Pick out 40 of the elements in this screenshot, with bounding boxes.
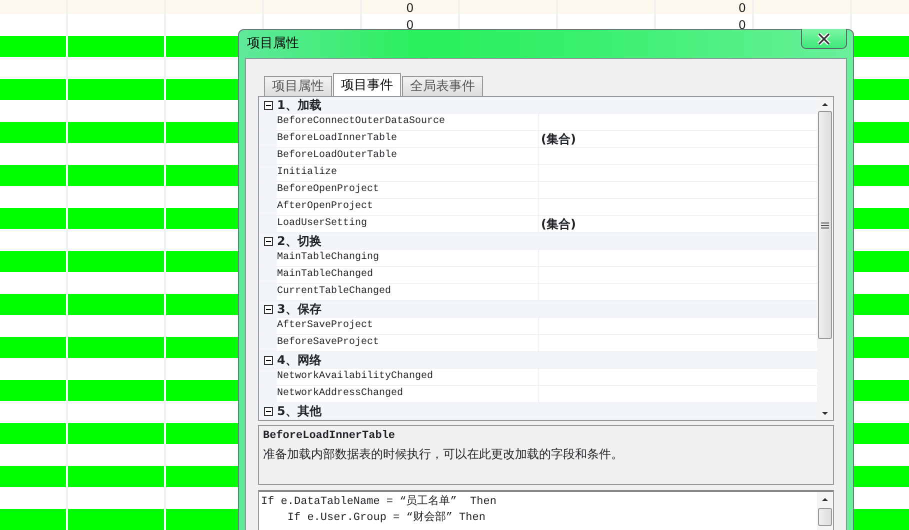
property-value[interactable]: (集合) <box>539 131 817 147</box>
grid-cell: 0 <box>656 0 754 14</box>
property-name[interactable]: BeforeOpenProject <box>277 182 539 198</box>
collapse-icon[interactable] <box>264 236 272 246</box>
category-title: 4、网络 <box>277 352 322 368</box>
tab[interactable]: 项目属性 <box>264 76 332 96</box>
property-name[interactable]: BeforeConnectOuterDataSource <box>277 114 539 130</box>
category-title: 2、切换 <box>277 233 322 249</box>
grip-icon <box>821 222 829 228</box>
property-name[interactable]: BeforeLoadOuterTable <box>277 148 539 164</box>
scrollbar-thumb[interactable] <box>818 111 832 339</box>
property-name[interactable]: LoadUserSetting <box>277 216 539 232</box>
vertical-scrollbar[interactable] <box>817 97 833 420</box>
description-title: BeforeLoadInnerTable <box>263 428 396 444</box>
collapse-icon[interactable] <box>264 304 272 314</box>
property-name[interactable]: NetworkAvailabilityChanged <box>277 369 539 385</box>
property-name[interactable]: MainTableChanged <box>277 267 539 283</box>
property-name[interactable]: AfterOpenProject <box>277 199 539 215</box>
property-name[interactable]: BeforeLoadInnerTable <box>277 131 539 147</box>
tab[interactable]: 全局表事件 <box>402 76 483 96</box>
property-name[interactable]: AfterSaveProject <box>277 318 539 334</box>
vertical-scrollbar[interactable] <box>817 492 833 530</box>
code-editor[interactable]: If e.DataTableName = “员工名单” Then If e.User.Group = “财会部” Then <box>258 490 834 530</box>
window-title: 项目属性 <box>246 35 299 54</box>
category-title: 1、加载 <box>277 97 322 113</box>
property-value[interactable]: (集合) <box>539 216 817 232</box>
tab[interactable]: 项目事件 <box>333 73 401 96</box>
category-title: 5、其他 <box>277 403 322 419</box>
code-line: If e.DataTableName = “员工名单” Then <box>261 494 496 510</box>
code-line: If e.User.Group = “财会部” Then <box>286 510 486 526</box>
close-button[interactable] <box>801 29 847 49</box>
category-title: 3、保存 <box>277 301 322 317</box>
collapse-icon[interactable] <box>264 356 272 364</box>
scrollbar-thumb[interactable] <box>818 508 832 526</box>
close-icon <box>816 32 832 44</box>
collapse-icon[interactable] <box>264 100 272 110</box>
collapse-icon[interactable] <box>264 406 272 416</box>
property-name[interactable]: CurrentTableChanged <box>277 284 539 300</box>
description-text: 准备加载内部数据表的时候执行，可以在此更改加载的字段和条件。 <box>263 446 624 462</box>
grid-cell: 0 <box>362 0 460 14</box>
